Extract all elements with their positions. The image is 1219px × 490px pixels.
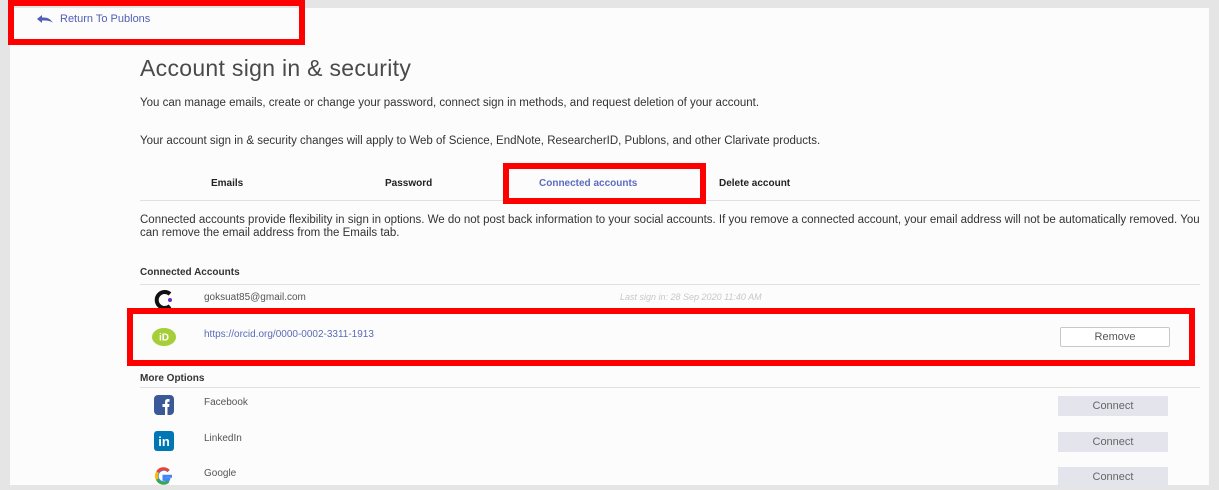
connect-facebook-button[interactable]: Connect <box>1058 396 1168 416</box>
divider <box>140 284 1200 285</box>
more-option-row: Facebook Connect <box>140 391 1200 419</box>
orcid-link[interactable]: https://orcid.org/0000-0002-3311-1913 <box>204 329 374 340</box>
tab-emails[interactable]: Emails <box>211 178 243 189</box>
linkedin-label: LinkedIn <box>204 433 242 444</box>
connect-google-button[interactable]: Connect <box>1058 467 1168 487</box>
linkedin-icon: in <box>154 431 174 451</box>
top-strip <box>0 0 1219 8</box>
last-sign-in: Last sign in: 28 Sep 2020 11:40 AM <box>620 292 762 302</box>
return-to-publons-link[interactable]: Return To Publons <box>36 13 150 25</box>
connected-account-row: iD https://orcid.org/0000-0002-3311-1913… <box>140 323 1200 351</box>
facebook-label: Facebook <box>204 397 248 408</box>
svg-text:in: in <box>158 434 170 449</box>
tab-connected-accounts[interactable]: Connected accounts <box>539 178 637 189</box>
connected-account-row: goksuat85@gmail.com Last sign in: 28 Sep… <box>140 286 1200 314</box>
google-label: Google <box>204 468 237 479</box>
tab-bar: Emails Password Connected accounts Delet… <box>140 168 1200 201</box>
page-description: You can manage emails, create or change … <box>140 97 760 109</box>
clarivate-icon <box>154 290 174 310</box>
account-email: goksuat85@gmail.com <box>204 292 306 303</box>
tab-delete-account[interactable]: Delete account <box>719 178 790 189</box>
more-option-row: Google Connect <box>140 462 1200 490</box>
connected-accounts-heading: Connected Accounts <box>140 267 240 278</box>
back-arrow-icon <box>36 14 54 24</box>
svg-text:iD: iD <box>159 333 169 344</box>
remove-button[interactable]: Remove <box>1060 327 1170 347</box>
google-icon <box>154 466 174 486</box>
facebook-icon <box>154 395 174 415</box>
page-description-products: Your account sign in & security changes … <box>140 135 821 147</box>
tab-password[interactable]: Password <box>385 178 432 189</box>
more-option-row: in LinkedIn Connect <box>140 427 1200 455</box>
connect-linkedin-button[interactable]: Connect <box>1058 432 1168 452</box>
more-options-heading: More Options <box>140 373 205 384</box>
return-link-label: Return To Publons <box>60 13 151 25</box>
connected-accounts-info: Connected accounts provide flexibility i… <box>140 214 1200 239</box>
divider <box>140 387 1200 388</box>
page-title: Account sign in & security <box>140 55 412 81</box>
orcid-icon: iD <box>152 327 176 347</box>
